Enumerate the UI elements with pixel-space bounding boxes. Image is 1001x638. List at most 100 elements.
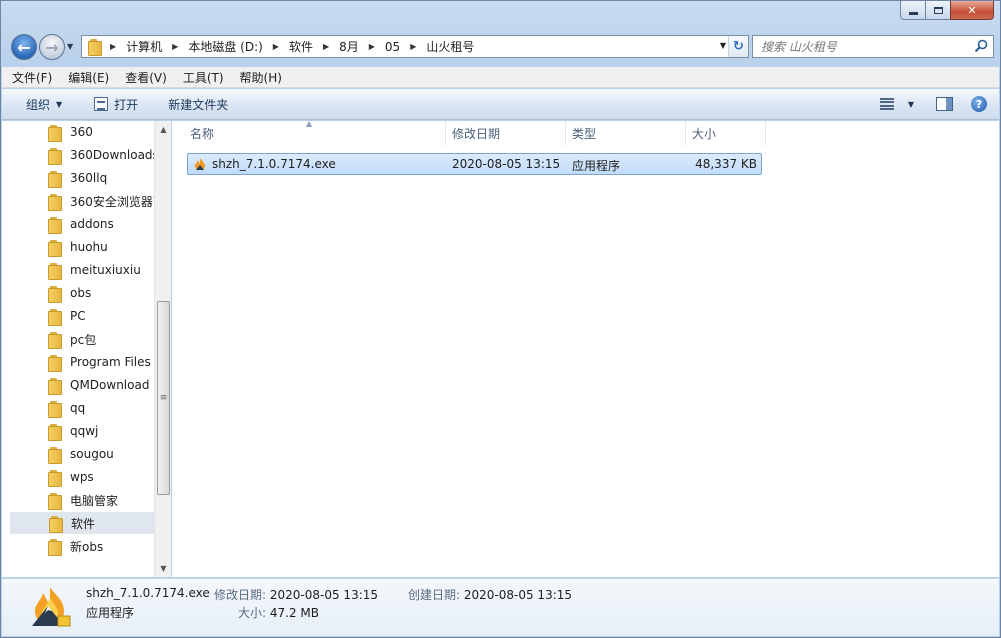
close-button[interactable]: ✕	[950, 1, 994, 20]
tree-item[interactable]: QMDownload	[10, 374, 154, 396]
folder-icon	[48, 446, 64, 464]
tree-item[interactable]: qq	[10, 397, 154, 419]
folder-icon	[48, 124, 64, 142]
refresh-button[interactable]: ↻	[728, 36, 748, 57]
details-pane: shzh_7.1.0.7174.exe 应用程序 修改日期: 2020-08-0…	[2, 578, 999, 636]
minimize-icon	[908, 11, 918, 15]
folder-icon	[48, 469, 64, 487]
tree-item-label: QMDownload	[70, 378, 150, 392]
tree-item[interactable]: huohu	[10, 236, 154, 258]
breadcrumb-label[interactable]: 山火租号	[420, 38, 480, 55]
view-options-dropdown[interactable]: ▼	[908, 100, 914, 109]
chevron-right-icon[interactable]: ▶	[269, 42, 283, 51]
breadcrumb-item: 软件 ▶	[283, 36, 333, 57]
tree-item-label: 新obs	[70, 539, 104, 554]
tree-item[interactable]: 360	[10, 121, 154, 143]
column-header-size-label: 大小	[692, 127, 717, 141]
column-headers: 名称 ▲ 修改日期 类型 大小	[184, 119, 766, 146]
tree-item[interactable]: 软件	[10, 512, 154, 534]
breadcrumb-label[interactable]: 计算机	[120, 38, 168, 55]
breadcrumb-item: 山火租号	[420, 36, 480, 57]
tree-item[interactable]: 360安全浏览器下载	[10, 190, 154, 212]
column-header-name[interactable]: 名称 ▲	[184, 119, 446, 146]
folder-icon	[48, 492, 64, 510]
view-details-icon[interactable]	[879, 98, 894, 110]
tree-item-label: qq	[70, 401, 86, 415]
menu-bar: 文件(F) 编辑(E) 查看(V) 工具(T) 帮助(H)	[2, 67, 999, 88]
tree-item[interactable]: qqwj	[10, 420, 154, 442]
tree-item-label: 360Downloads	[70, 148, 154, 162]
breadcrumb-label[interactable]: 本地磁盘 (D:)	[182, 38, 268, 55]
folder-icon	[48, 354, 64, 372]
tree-item[interactable]: PC	[10, 305, 154, 327]
breadcrumb-item: 本地磁盘 (D:) ▶	[182, 36, 283, 57]
tree-item[interactable]: Program Files	[10, 351, 154, 373]
column-header-type[interactable]: 类型	[566, 121, 686, 146]
chevron-right-icon[interactable]: ▶	[168, 42, 182, 51]
address-history-dropdown[interactable]: ▼	[720, 41, 726, 50]
tree-item[interactable]: meituxiuxiu	[10, 259, 154, 281]
tree-item[interactable]: 电脑管家	[10, 489, 154, 511]
breadcrumb-label[interactable]: 8月	[333, 38, 365, 55]
search-input[interactable]	[753, 36, 963, 57]
file-row-shzh[interactable]: shzh_7.1.0.7174.exe 2020-08-05 13:15 应用程…	[187, 153, 762, 175]
back-button[interactable]: ←	[11, 34, 37, 60]
tree-item[interactable]: 360Downloads	[10, 144, 154, 166]
menu-help[interactable]: 帮助(H)	[240, 69, 282, 86]
menu-view[interactable]: 查看(V)	[125, 69, 167, 86]
search-icon[interactable]	[973, 38, 989, 54]
file-list: 名称 ▲ 修改日期 类型 大小 shzh_7.1.0.7174.exe 2020…	[172, 119, 999, 577]
tree-item-label: PC	[70, 309, 86, 323]
navigation-pane-scrollbar[interactable]: ▲ ≡ ▼	[154, 121, 171, 577]
organize-button[interactable]: 组织 ▼	[2, 89, 74, 119]
tree-item-label: Program Files	[70, 355, 151, 369]
chevron-right-icon[interactable]: ▶	[106, 42, 120, 51]
menu-tools[interactable]: 工具(T)	[183, 69, 224, 86]
chevron-right-icon[interactable]: ▶	[406, 42, 420, 51]
chevron-down-icon: ▼	[56, 99, 63, 109]
help-icon[interactable]: ?	[971, 96, 987, 112]
tree-item-label: pc包	[70, 332, 97, 347]
open-button[interactable]: 打开	[74, 89, 150, 119]
column-header-type-label: 类型	[572, 127, 597, 141]
tree-item[interactable]: pc包	[10, 328, 154, 350]
maximize-button[interactable]	[925, 1, 951, 20]
tree-item[interactable]: obs	[10, 282, 154, 304]
column-header-size[interactable]: 大小	[686, 121, 766, 146]
tree-item[interactable]: addons	[10, 213, 154, 235]
folder-icon	[48, 216, 64, 234]
details-filetype: 应用程序	[86, 606, 135, 620]
new-folder-button[interactable]: 新建文件夹	[150, 89, 240, 119]
column-header-modified[interactable]: 修改日期	[446, 121, 566, 146]
breadcrumb-label[interactable]: 05	[379, 40, 406, 54]
folder-icon	[48, 239, 64, 257]
minimize-button[interactable]	[900, 1, 926, 20]
address-bar[interactable]: ▶ 计算机 ▶ 本地磁盘 (D:) ▶ 软件 ▶ 8月 ▶ 05 ▶ 山火租号 ▼ ↻	[81, 35, 749, 58]
folder-icon	[48, 170, 64, 188]
tree-item[interactable]: 新obs	[10, 535, 154, 557]
menu-edit[interactable]: 编辑(E)	[68, 69, 109, 86]
tree-item-label: qqwj	[70, 424, 99, 438]
tree-item[interactable]: wps	[10, 466, 154, 488]
breadcrumb: 计算机 ▶ 本地磁盘 (D:) ▶ 软件 ▶ 8月 ▶ 05 ▶ 山火租号	[120, 36, 480, 57]
details-filename: shzh_7.1.0.7174.exe	[86, 586, 210, 600]
forward-button[interactable]: →	[39, 34, 65, 60]
scroll-thumb[interactable]: ≡	[157, 301, 170, 495]
sort-ascending-icon: ▲	[306, 119, 313, 128]
recent-pages-dropdown[interactable]: ▼	[67, 42, 73, 51]
new-folder-label: 新建文件夹	[168, 97, 229, 112]
scroll-up-arrow[interactable]: ▲	[155, 121, 172, 138]
tree-item-label: 电脑管家	[70, 493, 119, 508]
file-size: 48,337 KB	[695, 157, 757, 171]
tree-item[interactable]: sougou	[10, 443, 154, 465]
tree-item-label: huohu	[70, 240, 108, 254]
scroll-down-arrow[interactable]: ▼	[155, 560, 172, 577]
tree-item[interactable]: 360llq	[10, 167, 154, 189]
chevron-right-icon[interactable]: ▶	[319, 42, 333, 51]
preview-pane-icon[interactable]	[936, 97, 953, 111]
menu-file[interactable]: 文件(F)	[12, 69, 52, 86]
folder-icon	[48, 331, 64, 349]
chevron-right-icon[interactable]: ▶	[365, 42, 379, 51]
file-modified: 2020-08-05 13:15	[452, 157, 561, 171]
breadcrumb-label[interactable]: 软件	[283, 38, 319, 55]
